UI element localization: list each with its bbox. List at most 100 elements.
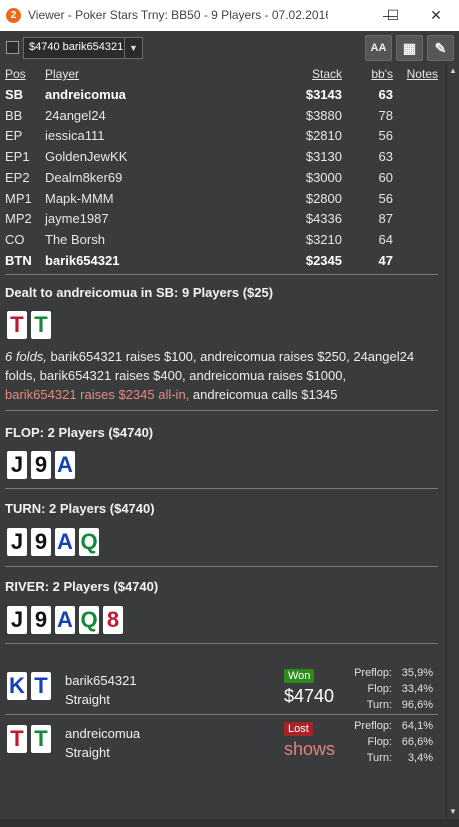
table-row[interactable]: EP2 Dealm8ker69 $3000 60 bbox=[5, 170, 441, 190]
equity-value: 33,4% bbox=[401, 683, 433, 695]
playing-card: A bbox=[55, 451, 75, 479]
header-pos[interactable]: Pos bbox=[5, 67, 26, 81]
player-bb: 56 bbox=[378, 190, 393, 206]
vertical-scrollbar[interactable]: ▲ ▼ bbox=[446, 63, 459, 819]
player-bb: 47 bbox=[378, 252, 393, 268]
hand-checkbox[interactable] bbox=[6, 41, 19, 54]
player-pos: EP2 bbox=[5, 169, 30, 185]
result-amount: shows bbox=[284, 739, 336, 759]
scroll-down-icon[interactable]: ▼ bbox=[449, 807, 457, 816]
edit-button[interactable]: ✎ bbox=[427, 35, 454, 61]
table-row[interactable]: BTN barik654321 $2345 47 bbox=[5, 253, 441, 273]
table-row[interactable]: EP1 GoldenJewKK $3130 63 bbox=[5, 149, 441, 169]
player-pos: EP1 bbox=[5, 149, 30, 165]
table-row[interactable]: MP1 Mapk-MMM $2800 56 bbox=[5, 191, 441, 211]
player-pos: MP1 bbox=[5, 190, 32, 206]
font-size-button[interactable]: AA bbox=[365, 35, 392, 61]
player-name: Mapk-MMM bbox=[45, 190, 114, 206]
hand-content: Pos Player Stack bb's Notes SB andreicomu… bbox=[0, 63, 446, 819]
maximize-button[interactable]: ☐ bbox=[370, 0, 416, 31]
result-hand: Straight bbox=[65, 745, 110, 760]
river-title: RIVER: 2 Players ($4740) bbox=[5, 579, 159, 594]
equity-value: 3,4% bbox=[407, 752, 433, 764]
player-name: barik654321 bbox=[45, 252, 120, 268]
playing-card: T bbox=[31, 725, 51, 753]
divider bbox=[5, 488, 438, 489]
player-bb: 63 bbox=[378, 87, 393, 102]
table-row[interactable]: SB andreicomua $3143 63 bbox=[5, 87, 441, 107]
action-line-1: barik654321 raises $100, andreicomua rai… bbox=[46, 349, 415, 364]
equity-label: Flop: bbox=[367, 736, 392, 748]
hand-select[interactable]: $4740 barik654321 ▼ bbox=[23, 37, 143, 59]
table-row[interactable]: BB 24angel24 $3880 78 bbox=[5, 108, 441, 128]
table-row[interactable]: CO The Borsh $3210 64 bbox=[5, 232, 441, 252]
player-pos: EP bbox=[5, 128, 23, 144]
chevron-down-icon[interactable]: ▼ bbox=[124, 38, 142, 58]
toolbar: $4740 barik654321 ▼ AA ▦ ✎ bbox=[0, 31, 459, 63]
playing-card: 9 bbox=[31, 451, 51, 479]
player-stack: $2810 bbox=[305, 128, 342, 144]
playing-card: K bbox=[7, 672, 27, 700]
divider bbox=[5, 274, 438, 275]
player-name: iessica111 bbox=[45, 128, 105, 144]
window-title: Viewer - Poker Stars Trny: BB50 - 9 Play… bbox=[28, 8, 328, 22]
playing-card: 8 bbox=[103, 606, 123, 634]
equity-label: Preflop: bbox=[354, 667, 392, 679]
playing-card: T bbox=[7, 311, 27, 339]
allin-action: barik654321 raises $2345 all-in, bbox=[5, 387, 190, 402]
equity-label: Flop: bbox=[367, 683, 392, 695]
header-player[interactable]: Player bbox=[45, 67, 79, 81]
player-name: The Borsh bbox=[45, 231, 105, 247]
header-stack[interactable]: Stack bbox=[312, 67, 342, 81]
header-bb[interactable]: bb's bbox=[371, 67, 393, 81]
playing-card: 9 bbox=[31, 528, 51, 556]
playing-card: A bbox=[55, 528, 75, 556]
table-header: Pos Player Stack bb's Notes bbox=[5, 67, 441, 87]
player-bb: 56 bbox=[378, 128, 393, 144]
result-badge: Won bbox=[284, 669, 315, 683]
scroll-up-icon[interactable]: ▲ bbox=[449, 66, 457, 75]
player-pos: BB bbox=[5, 107, 23, 123]
table-row[interactable]: MP2 jayme1987 $4336 87 bbox=[5, 211, 441, 231]
playing-card: Q bbox=[79, 528, 99, 556]
equity-value: 96,6% bbox=[401, 699, 433, 711]
player-bb: 60 bbox=[378, 169, 393, 185]
table-row[interactable]: EP iessica111 $2810 56 bbox=[5, 128, 441, 148]
playing-card: A bbox=[55, 606, 75, 634]
equity-value: 66,6% bbox=[401, 736, 433, 748]
player-stack: $2800 bbox=[305, 190, 342, 206]
action-line-2: folds, barik654321 raises $400, andreico… bbox=[5, 368, 347, 383]
preflop-title: Dealt to andreicomua in SB: 9 Players ($… bbox=[5, 285, 274, 300]
result-badge: Lost bbox=[284, 722, 313, 736]
player-bb: 78 bbox=[378, 107, 393, 123]
grid-button[interactable]: ▦ bbox=[396, 35, 423, 61]
result-amount: $4740 bbox=[284, 686, 335, 706]
equity-label: Turn: bbox=[366, 752, 392, 764]
status-strip bbox=[0, 819, 459, 827]
playing-card: J bbox=[7, 451, 27, 479]
divider bbox=[5, 714, 438, 715]
flop-title: FLOP: 2 Players ($4740) bbox=[5, 425, 154, 440]
hand-select-value: $4740 barik654321 bbox=[29, 41, 124, 53]
header-notes[interactable]: Notes bbox=[407, 67, 438, 81]
folds-text: 6 folds, bbox=[5, 349, 47, 364]
divider bbox=[5, 410, 438, 411]
equity-value: 35,9% bbox=[401, 667, 433, 679]
equity-label: Turn: bbox=[366, 699, 392, 711]
playing-card: 9 bbox=[31, 606, 51, 634]
turn-title: TURN: 2 Players ($4740) bbox=[5, 501, 155, 516]
action-line-3: andreicomua calls $1345 bbox=[189, 387, 338, 402]
playing-card: J bbox=[7, 528, 27, 556]
equity-value: 64,1% bbox=[401, 720, 433, 732]
player-pos: SB bbox=[5, 87, 24, 102]
player-stack: $3000 bbox=[305, 169, 342, 185]
playing-card: T bbox=[31, 672, 51, 700]
player-stack: $4336 bbox=[305, 211, 342, 227]
playing-card: Q bbox=[79, 606, 99, 634]
close-button[interactable]: ✕ bbox=[413, 0, 459, 31]
player-pos: CO bbox=[5, 231, 25, 247]
player-stack: $3130 bbox=[305, 149, 342, 165]
result-hand: Straight bbox=[65, 692, 110, 707]
playing-card: J bbox=[7, 606, 27, 634]
player-stack: $3210 bbox=[305, 231, 342, 247]
